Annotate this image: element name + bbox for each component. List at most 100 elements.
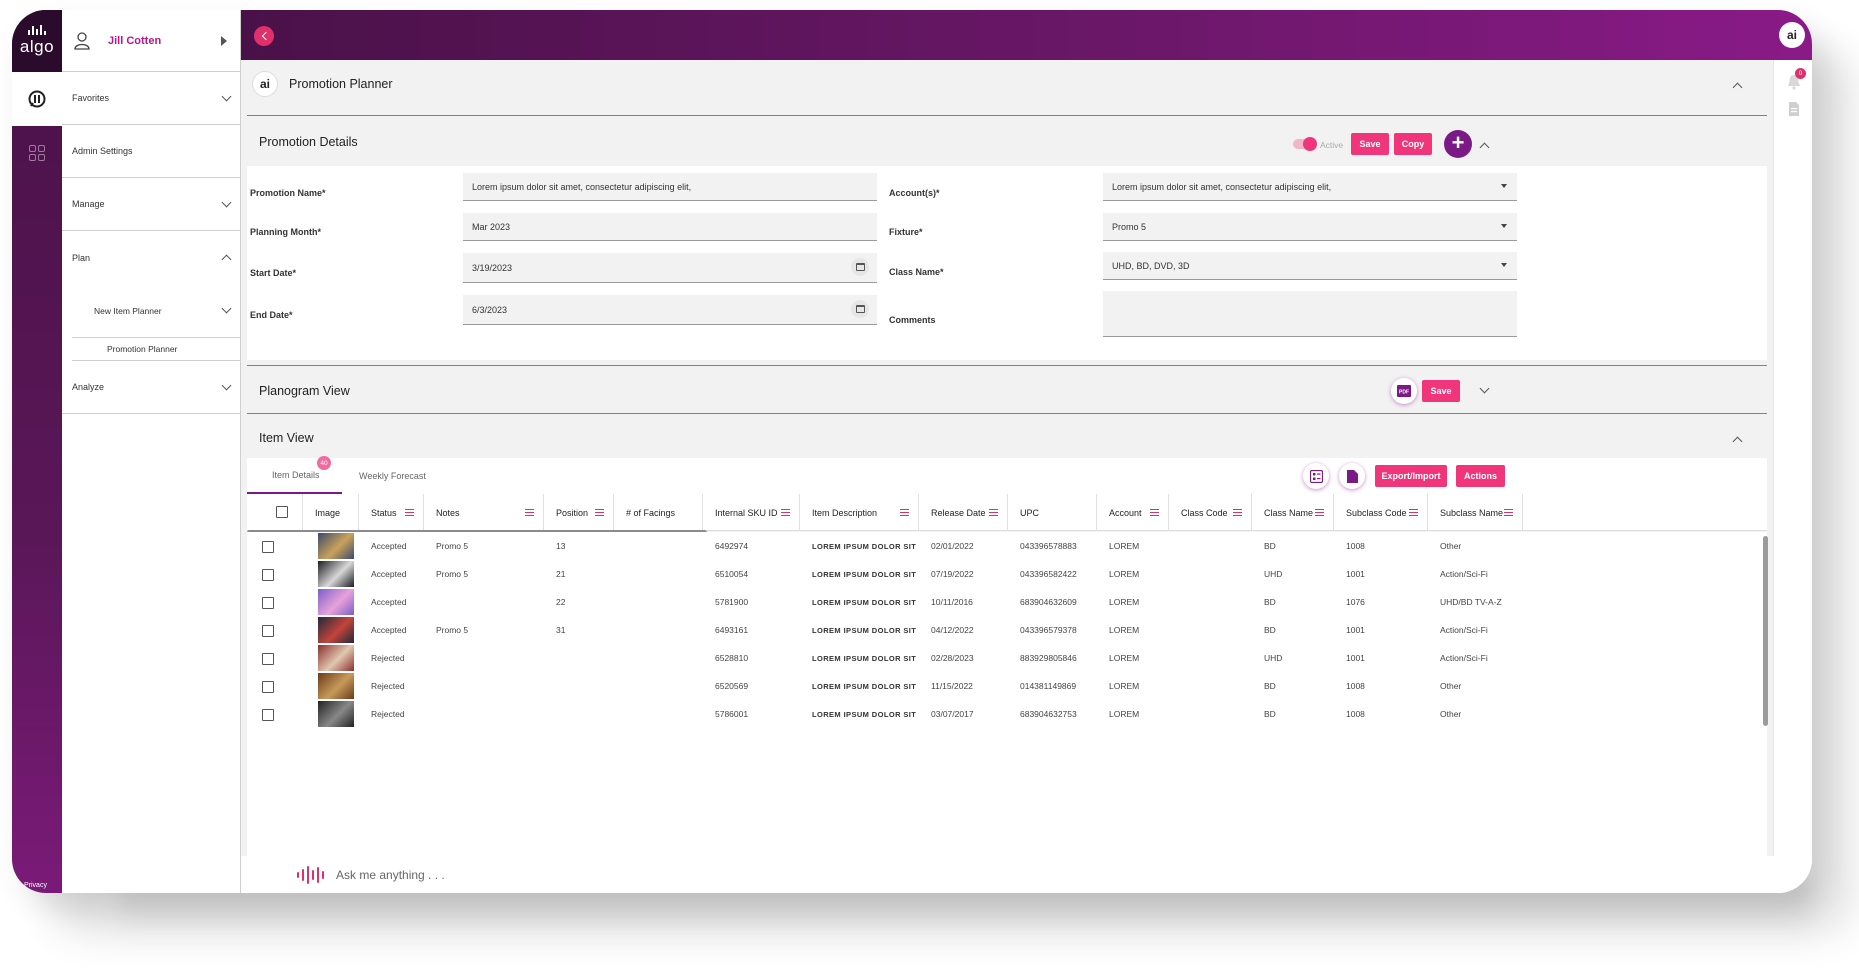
column-header[interactable]: Release Date xyxy=(919,494,1008,531)
column-menu-icon[interactable] xyxy=(595,509,604,516)
end-date-input[interactable]: 6/3/2023 xyxy=(463,295,877,325)
class-name-select[interactable]: UHD, BD, DVD, 3D xyxy=(1103,252,1517,280)
table-row[interactable]: Rejected 6528810 LOREM IPSUM DOLOR SIT 02/2… xyxy=(247,644,1767,672)
column-header[interactable]: UPC xyxy=(1008,494,1097,531)
column-menu-icon[interactable] xyxy=(900,509,909,516)
comments-label: Comments xyxy=(889,315,936,325)
nav-item-favorites[interactable]: Favorites xyxy=(62,72,240,125)
column-menu-icon[interactable] xyxy=(1150,509,1159,516)
cell-subclass-name: Other xyxy=(1440,709,1462,719)
cell-status: Accepted xyxy=(371,541,407,551)
column-header[interactable]: Class Name xyxy=(1252,494,1334,531)
column-header-label: Notes xyxy=(436,507,460,518)
column-header[interactable]: Image xyxy=(303,494,359,531)
column-header[interactable]: Item Description xyxy=(800,494,919,531)
table-row[interactable]: Rejected 6520569 LOREM IPSUM DOLOR SIT 11/1… xyxy=(247,672,1767,700)
nav-item-analyze[interactable]: Analyze xyxy=(62,361,240,414)
product-thumbnail[interactable] xyxy=(318,645,354,671)
active-toggle[interactable] xyxy=(1293,137,1317,151)
column-menu-icon[interactable] xyxy=(1504,509,1513,516)
ai-assistant-icon[interactable] xyxy=(12,72,62,126)
planogram-save-button[interactable]: Save xyxy=(1422,380,1460,402)
product-thumbnail[interactable] xyxy=(318,701,354,727)
nav-item-promotion-planner[interactable]: Promotion Planner xyxy=(72,337,240,361)
nav-item-manage[interactable]: Manage xyxy=(62,178,240,231)
column-menu-icon[interactable] xyxy=(989,509,998,516)
bell-icon[interactable]: 0 xyxy=(1786,68,1806,95)
pdf-icon[interactable]: PDF xyxy=(1391,378,1417,404)
product-thumbnail[interactable] xyxy=(318,533,354,559)
column-header[interactable]: Class Code xyxy=(1169,494,1252,531)
document-icon[interactable] xyxy=(1788,102,1800,121)
column-menu-icon[interactable] xyxy=(405,509,414,516)
row-checkbox[interactable] xyxy=(262,625,274,637)
algo-logo[interactable]: algo xyxy=(12,10,62,72)
column-header[interactable]: Status xyxy=(359,494,424,531)
promotion-name-input[interactable]: Lorem ipsum dolor sit amet, consectetur … xyxy=(463,173,877,201)
select-all-checkbox[interactable] xyxy=(276,506,288,518)
nav-item-new-item-planner[interactable]: New Item Planner xyxy=(62,284,240,337)
add-button[interactable]: + xyxy=(1444,130,1472,158)
actions-button[interactable]: Actions xyxy=(1456,465,1505,487)
file-icon[interactable] xyxy=(1339,463,1365,489)
save-button[interactable]: Save xyxy=(1351,133,1389,155)
voice-wave-icon[interactable] xyxy=(297,865,324,884)
fixture-select[interactable]: Promo 5 xyxy=(1103,213,1517,241)
column-header[interactable]: # of Facings xyxy=(614,494,703,531)
nav-item-admin-settings[interactable]: Admin Settings xyxy=(62,125,240,178)
ask-bar[interactable]: Ask me anything . . . xyxy=(241,856,1812,893)
column-header[interactable]: Position xyxy=(544,494,614,531)
column-menu-icon[interactable] xyxy=(1315,509,1324,516)
table-row[interactable]: Accepted Promo 5 13 6492974 LOREM IPSUM DOLO… xyxy=(247,532,1767,560)
caret-down-icon xyxy=(1501,263,1507,267)
column-header[interactable]: Internal SKU ID xyxy=(703,494,800,531)
column-menu-icon[interactable] xyxy=(781,509,790,516)
column-header[interactable]: Subclass Code xyxy=(1334,494,1428,531)
row-checkbox[interactable] xyxy=(262,653,274,665)
privacy-link[interactable]: Privacy xyxy=(24,882,47,889)
tab-weekly-forecast[interactable]: Weekly Forecast xyxy=(359,458,449,494)
ask-input[interactable]: Ask me anything . . . xyxy=(336,868,445,882)
row-checkbox[interactable] xyxy=(262,569,274,581)
product-thumbnail[interactable] xyxy=(318,617,354,643)
chevron-up-icon[interactable] xyxy=(1732,436,1743,447)
table-row[interactable]: Accepted 22 5781900 LOREM IPSUM DOLOR SIT 10… xyxy=(247,588,1767,616)
product-thumbnail[interactable] xyxy=(318,673,354,699)
start-date-input[interactable]: 3/19/2023 xyxy=(463,253,877,283)
comments-textarea[interactable] xyxy=(1103,291,1517,337)
row-checkbox[interactable] xyxy=(262,709,274,721)
table-row[interactable]: Accepted Promo 5 31 6493161 LOREM IPSUM DOLO… xyxy=(247,616,1767,644)
row-checkbox[interactable] xyxy=(262,681,274,693)
chevron-up-icon[interactable] xyxy=(1732,82,1743,93)
column-settings-icon[interactable] xyxy=(1303,463,1329,489)
table-row[interactable]: Rejected 5786001 LOREM IPSUM DOLOR SIT 03/0… xyxy=(247,700,1767,728)
accounts-select[interactable]: Lorem ipsum dolor sit amet, consectetur … xyxy=(1103,173,1517,201)
cell-desc: LOREM IPSUM DOLOR SIT xyxy=(812,709,917,719)
cell-upc: 683904632753 xyxy=(1020,709,1077,719)
row-checkbox[interactable] xyxy=(262,541,274,553)
table-row[interactable]: Accepted Promo 5 21 6510054 LOREM IPSUM DOLO… xyxy=(247,560,1767,588)
copy-button[interactable]: Copy xyxy=(1394,133,1432,155)
vertical-scrollbar[interactable] xyxy=(1763,536,1768,726)
export-import-button[interactable]: Export/Import xyxy=(1375,465,1447,487)
column-menu-icon[interactable] xyxy=(1409,509,1418,516)
calendar-icon[interactable] xyxy=(851,258,869,276)
product-thumbnail[interactable] xyxy=(318,561,354,587)
column-menu-icon[interactable] xyxy=(1233,509,1242,516)
product-thumbnail[interactable] xyxy=(318,589,354,615)
column-header[interactable]: Notes xyxy=(424,494,544,531)
apps-grid-icon[interactable] xyxy=(29,145,45,161)
caret-right-icon[interactable] xyxy=(220,35,228,46)
ai-logo-icon[interactable]: ai xyxy=(1779,22,1805,48)
collapse-nav-button[interactable] xyxy=(254,26,274,46)
nav-item-plan[interactable]: Plan xyxy=(62,231,240,284)
user-profile[interactable]: Jill Cotten xyxy=(62,10,240,72)
cell-class-code xyxy=(1169,560,1252,588)
column-header[interactable]: Subclass Name xyxy=(1428,494,1523,531)
calendar-icon[interactable] xyxy=(851,300,869,318)
planning-month-input[interactable]: Mar 2023 xyxy=(463,213,877,241)
column-menu-icon[interactable] xyxy=(525,509,534,516)
row-checkbox[interactable] xyxy=(262,597,274,609)
column-header[interactable]: Account xyxy=(1097,494,1169,531)
tab-item-details[interactable]: Item Details 40 xyxy=(247,456,342,494)
